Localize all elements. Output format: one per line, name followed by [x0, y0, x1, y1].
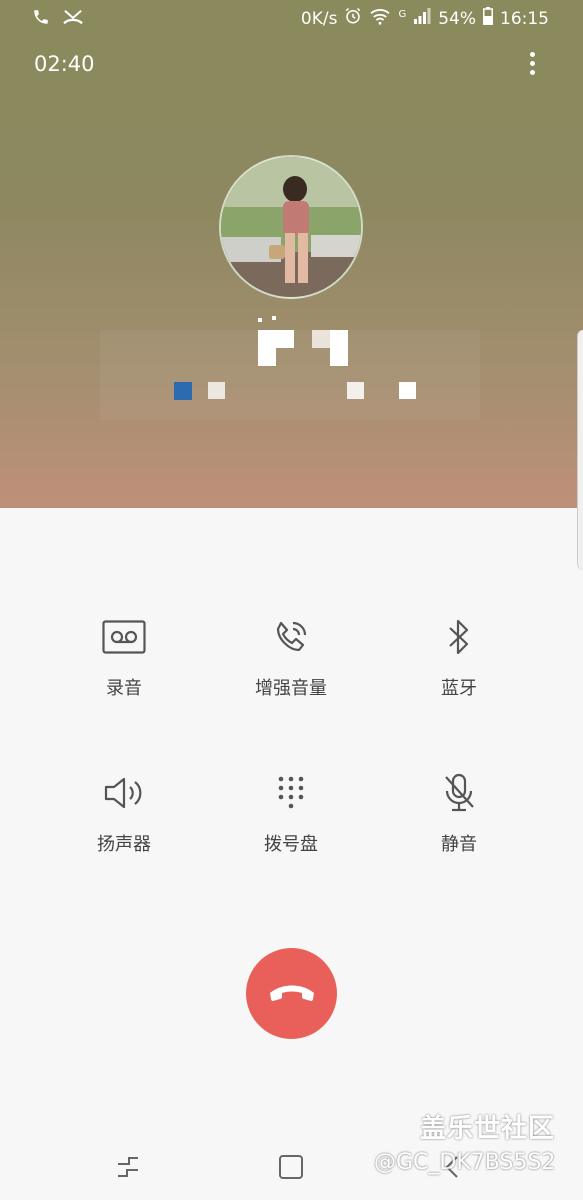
battery-icon	[483, 7, 493, 30]
home-nav-icon[interactable]	[278, 1154, 304, 1184]
bluetooth-button[interactable]: 蓝牙	[389, 614, 529, 700]
network-type: G	[398, 9, 407, 20]
record-label: 录音	[106, 678, 142, 699]
speaker-label: 扬声器	[97, 834, 151, 855]
boost-volume-label: 增强音量	[255, 678, 327, 699]
end-call-icon	[267, 979, 317, 1009]
call-header: 0K/s G 54% 16:15 02:40	[0, 0, 583, 508]
dialpad-button[interactable]: 拨号盘	[221, 770, 361, 856]
voicemail-icon	[54, 614, 194, 660]
dialpad-icon	[221, 770, 361, 816]
signal-icon	[413, 8, 431, 29]
bluetooth-icon	[389, 614, 529, 660]
clock: 16:15	[500, 8, 549, 29]
mute-button[interactable]: 静音	[389, 770, 529, 856]
missed-call-icon	[62, 8, 84, 31]
phone-call-icon	[32, 8, 50, 31]
status-bar: 0K/s G 54% 16:15	[0, 0, 583, 36]
edge-panel-handle[interactable]	[577, 330, 583, 570]
more-options-icon[interactable]	[522, 52, 542, 78]
record-button[interactable]: 录音	[54, 614, 194, 700]
phone-volume-icon	[221, 614, 361, 660]
battery-percent: 54%	[438, 8, 476, 29]
watermark-user: @GC_DK7BS5S2	[374, 1150, 556, 1175]
contact-avatar	[219, 155, 363, 299]
bluetooth-label: 蓝牙	[441, 678, 477, 699]
mute-mic-icon	[389, 770, 529, 816]
speaker-button[interactable]: 扬声器	[54, 770, 194, 856]
dialpad-label: 拨号盘	[264, 834, 318, 855]
end-call-button[interactable]	[246, 948, 337, 1039]
alarm-icon	[344, 7, 362, 30]
mute-label: 静音	[441, 834, 477, 855]
boost-volume-button[interactable]: 增强音量	[221, 614, 361, 700]
recents-nav-icon[interactable]	[115, 1154, 141, 1184]
wifi-icon	[369, 7, 391, 30]
speaker-icon	[54, 770, 194, 816]
watermark-site: 盖乐世社区	[420, 1114, 556, 1144]
net-speed: 0K/s	[300, 8, 338, 29]
call-timer: 02:40	[34, 52, 95, 76]
